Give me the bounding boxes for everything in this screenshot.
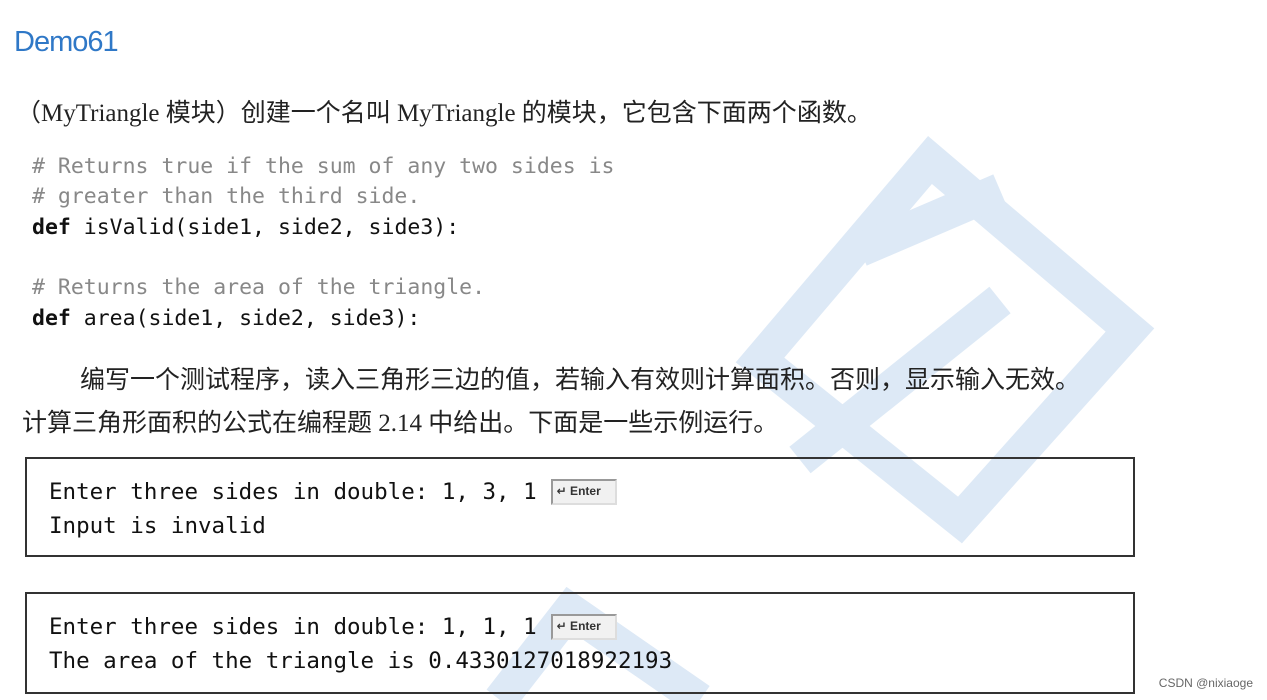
code-def-area: def area(side1, side2, side3): (32, 306, 420, 331)
sample-input-line: Enter three sides in double: 1, 1, 1 ↵ En… (49, 614, 617, 640)
sample-run-box: Enter three sides in double: 1, 3, 1 ↵ En… (25, 457, 1135, 557)
sample-input-line: Enter three sides in double: 1, 3, 1 ↵ En… (49, 479, 617, 505)
intro-paragraph: （MyTriangle 模块）创建一个名叫 MyTriangle 的模块，它包含… (16, 100, 872, 127)
sample-output-line: Input is invalid (49, 513, 266, 539)
page-title: Demo61 (14, 26, 119, 58)
code-keyword: def (32, 306, 71, 331)
input-text: Enter three sides in double: 1, 3, 1 (49, 479, 537, 505)
code-signature: isValid(side1, side2, side3): (70, 215, 460, 240)
enter-key-icon: ↵ Enter (550, 614, 617, 640)
code-comment: # Returns the area of the triangle. (32, 275, 486, 300)
code-comment: # greater than the third side. (32, 184, 421, 209)
description-line: 编写一个测试程序，读入三角形三边的值，若输入有效则计算面积。否则，显示输入无效。 (80, 367, 1081, 394)
description-line: 计算三角形面积的公式在编程题 2.14 中给出。下面是一些示例运行。 (22, 410, 779, 437)
code-comment: # Returns true if the sum of any two sid… (32, 154, 615, 179)
input-text: Enter three sides in double: 1, 1, 1 (49, 614, 537, 640)
code-keyword: def (32, 215, 71, 240)
sample-output-line: The area of the triangle is 0.4330127018… (49, 648, 673, 674)
enter-key-icon: ↵ Enter (550, 479, 617, 505)
csdn-credit: CSDN @nixiaoge (1158, 676, 1253, 690)
sample-run-box: Enter three sides in double: 1, 1, 1 ↵ En… (25, 592, 1135, 694)
code-def-isvalid: def isValid(side1, side2, side3): (32, 215, 459, 240)
code-signature: area(side1, side2, side3): (70, 306, 421, 331)
